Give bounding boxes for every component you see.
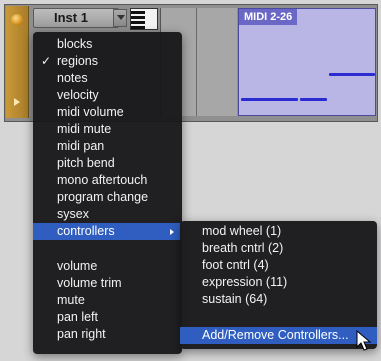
controllers-submenu: mod wheel (1) breath cntrl (2) foot cntr… — [180, 221, 377, 349]
add-remove-controllers-button[interactable]: Add/Remove Controllers... — [180, 327, 377, 344]
menu-item-program-change[interactable]: program change — [33, 189, 182, 206]
menu-item-midi-pan[interactable]: midi pan — [33, 138, 182, 155]
checkmark-icon: ✓ — [41, 54, 52, 68]
menu-item-controllers[interactable]: controllers — [33, 223, 182, 240]
submenu-item-sustain[interactable]: sustain (64) — [180, 291, 377, 308]
chevron-down-icon — [117, 15, 125, 20]
menu-item-midi-volume[interactable]: midi volume — [33, 104, 182, 121]
menu-item-sysex[interactable]: sysex — [33, 206, 182, 223]
track-record-icon[interactable] — [11, 14, 23, 26]
menu-item-velocity[interactable]: velocity — [33, 87, 182, 104]
submenu-arrow-icon — [170, 229, 174, 235]
midi-region[interactable]: MIDI 2-26 — [238, 8, 376, 116]
track-name-button[interactable]: Inst 1 — [33, 8, 119, 28]
midi-note[interactable] — [329, 73, 375, 76]
menu-item-pitch-bend[interactable]: pitch bend — [33, 155, 182, 172]
mini-keyboard-icon — [130, 8, 158, 30]
expand-arrow-icon[interactable] — [14, 98, 20, 106]
menu-item-volume[interactable]: volume — [33, 258, 182, 275]
submenu-item-breath-cntrl[interactable]: breath cntrl (2) — [180, 240, 377, 257]
menu-item-regions[interactable]: ✓ regions — [33, 53, 182, 70]
menu-item-midi-mute[interactable]: midi mute — [33, 121, 182, 138]
menu-item-pan-right[interactable]: pan right — [33, 326, 182, 343]
menu-item-pan-left[interactable]: pan left — [33, 309, 182, 326]
track-color-strip — [6, 6, 29, 118]
midi-note[interactable] — [241, 98, 298, 101]
submenu-item-foot-cntrl[interactable]: foot cntrl (4) — [180, 257, 377, 274]
track-view-menu: blocks ✓ regions notes velocity midi volu… — [33, 32, 182, 354]
mouse-cursor-icon — [356, 330, 372, 351]
submenu-item-mod-wheel[interactable]: mod wheel (1) — [180, 223, 377, 240]
menu-divider — [33, 243, 182, 244]
grid-line — [196, 8, 197, 116]
menu-item-mute[interactable]: mute — [33, 292, 182, 309]
menu-item-notes[interactable]: notes — [33, 70, 182, 87]
track-view-selector[interactable] — [113, 9, 127, 27]
menu-divider — [180, 313, 377, 314]
midi-note[interactable] — [300, 98, 327, 101]
menu-item-blocks[interactable]: blocks — [33, 36, 182, 53]
submenu-item-expression[interactable]: expression (11) — [180, 274, 377, 291]
menu-item-mono-aftertouch[interactable]: mono aftertouch — [33, 172, 182, 189]
menu-item-volume-trim[interactable]: volume trim — [33, 275, 182, 292]
region-title: MIDI 2-26 — [239, 9, 298, 25]
